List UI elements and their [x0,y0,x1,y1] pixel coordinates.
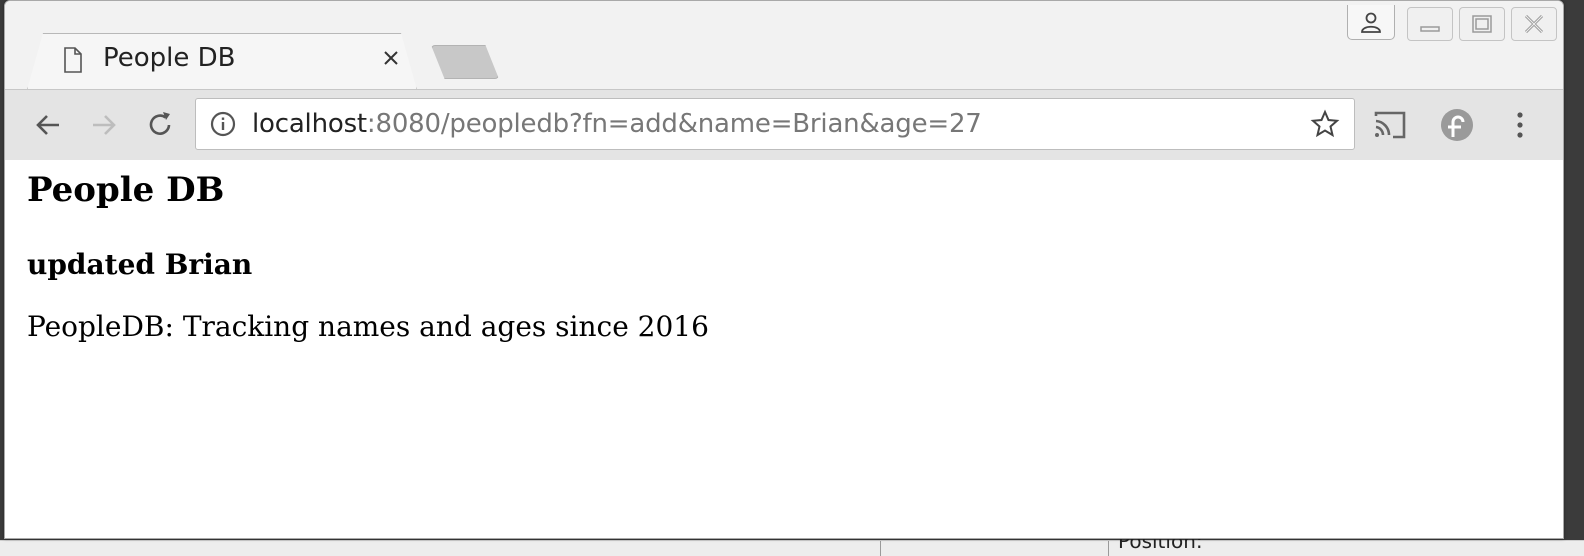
forward-icon[interactable] [87,108,121,142]
status-message: updated Brian [27,248,253,281]
back-icon[interactable] [31,108,65,142]
user-icon [1361,12,1381,33]
close-window-button[interactable] [1511,7,1557,41]
browser-toolbar: localhost:8080/peopledb?fn=add&name=Bria… [5,89,1563,161]
minimize-button[interactable] [1407,7,1453,41]
profile-button[interactable] [1347,5,1395,40]
close-window-icon [1524,15,1544,33]
document-icon [64,47,82,73]
menu-kebab-icon[interactable] [1503,108,1537,142]
url-text[interactable]: localhost:8080/peopledb?fn=add&name=Bria… [252,109,982,139]
tab-close-button[interactable] [379,45,403,71]
title-bar: People DB [5,1,1563,89]
cast-icon[interactable] [1371,107,1409,143]
fedora-extension-icon[interactable] [1439,107,1475,143]
close-icon [384,51,398,65]
address-bar[interactable]: localhost:8080/peopledb?fn=add&name=Bria… [195,98,1355,150]
background-desktop [0,540,1584,556]
minimize-icon [1420,26,1440,32]
url-host: localhost [252,109,367,139]
new-tab-button[interactable] [431,45,499,79]
info-icon[interactable] [210,111,236,137]
url-path: :8080/peopledb?fn=add&name=Brian&age=27 [366,109,982,139]
bookmark-star-icon[interactable] [1310,109,1340,139]
browser-window: People DB localhost:8080/peopledb?fn=add… [4,0,1564,539]
tab-title: People DB [103,43,236,73]
page-heading: People DB [27,170,225,210]
background-pane-divider [1108,541,1109,556]
tagline-text: PeopleDB: Tracking names and ages since … [27,310,709,343]
maximize-icon [1472,15,1492,33]
tab-people-db[interactable]: People DB [27,33,415,89]
background-pane-divider [880,541,881,556]
maximize-button[interactable] [1459,7,1505,41]
reload-icon[interactable] [143,108,177,142]
page-content: People DB updated Brian PeopleDB: Tracki… [5,160,1563,538]
